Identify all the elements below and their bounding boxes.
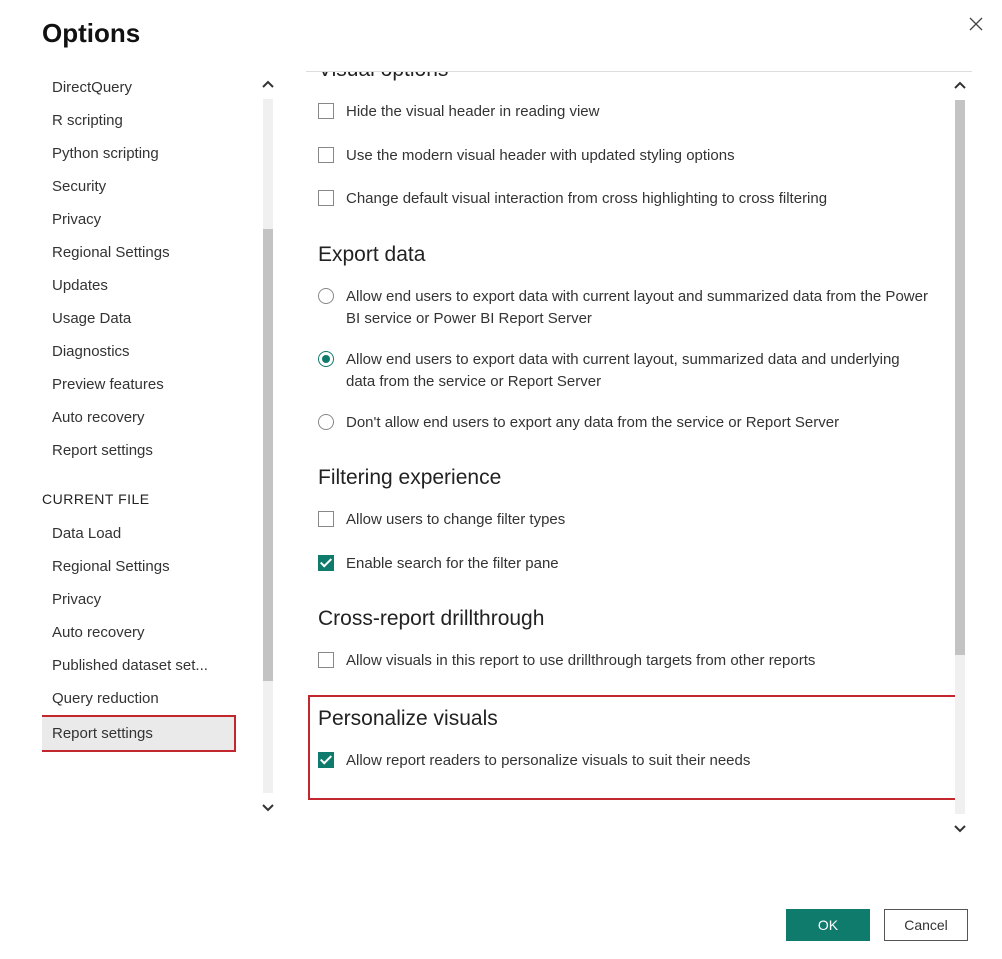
sidebar-scrollbar[interactable] [256,71,280,821]
sidebar-item[interactable]: Privacy [42,203,242,236]
checkbox-row[interactable]: Hide the visual header in reading view [318,92,942,136]
option-label: Change default visual interaction from c… [346,188,942,211]
checkbox-icon[interactable] [318,190,334,206]
option-label: Don't allow end users to export any data… [346,412,942,435]
cancel-button[interactable]: Cancel [884,909,968,941]
sidebar-item[interactable]: Privacy [42,583,242,616]
radio-row[interactable]: Allow end users to export data with curr… [318,340,942,403]
sidebar-item[interactable]: Report settings [42,715,236,752]
sidebar-item[interactable]: Data Load [42,517,242,550]
section-heading: Visual options [318,72,942,82]
sidebar-item[interactable]: R scripting [42,104,242,137]
option-label: Allow report readers to personalize visu… [346,750,950,773]
option-label: Allow visuals in this report to use dril… [346,650,942,673]
scroll-track[interactable] [955,100,965,814]
checkbox-row[interactable]: Change default visual interaction from c… [318,179,942,223]
radio-row[interactable]: Allow end users to export data with curr… [318,277,942,340]
dialog-title: Options [42,18,972,49]
close-icon[interactable] [964,12,988,41]
sidebar-item[interactable]: Auto recovery [42,616,242,649]
sidebar-item[interactable]: Preview features [42,368,242,401]
option-label: Use the modern visual header with update… [346,145,942,168]
checkbox-row[interactable]: Allow visuals in this report to use dril… [318,641,942,685]
chevron-up-icon[interactable] [948,72,972,100]
checkbox-icon[interactable] [318,103,334,119]
checkbox-icon[interactable] [318,652,334,668]
radio-icon[interactable] [318,351,334,367]
ok-button[interactable]: OK [786,909,870,941]
sidebar-item[interactable]: Query reduction [42,682,242,715]
sidebar-item[interactable]: Auto recovery [42,401,242,434]
checkbox-icon[interactable] [318,511,334,527]
scroll-track[interactable] [263,99,273,793]
option-label: Allow users to change filter types [346,509,942,532]
option-label: Hide the visual header in reading view [346,101,942,124]
personalize-visuals-highlight: Personalize visuals Allow report readers … [308,695,960,801]
sidebar-item[interactable]: Regional Settings [42,236,242,269]
checkbox-row[interactable]: Allow report readers to personalize visu… [318,741,950,785]
checkbox-row[interactable]: Use the modern visual header with update… [318,136,942,180]
checkbox-icon[interactable] [318,555,334,571]
checkbox-icon[interactable] [318,752,334,768]
option-label: Enable search for the filter pane [346,553,942,576]
option-label: Allow end users to export data with curr… [346,349,942,394]
main-scrollbar[interactable] [948,72,972,842]
dialog-footer: OK Cancel [786,909,968,941]
settings-pane: Visual options Hide the visual header in … [306,71,972,939]
radio-icon[interactable] [318,414,334,430]
options-dialog: Options DirectQueryR scriptingPython scr… [0,0,1002,959]
sidebar-section-header: CURRENT FILE [42,467,280,517]
sidebar-item[interactable]: Python scripting [42,137,242,170]
checkbox-row[interactable]: Allow users to change filter types [318,500,942,544]
scroll-thumb[interactable] [955,100,965,655]
sidebar-item[interactable]: Published dataset set... [42,649,242,682]
sidebar-item[interactable]: Updates [42,269,242,302]
chevron-up-icon[interactable] [256,71,280,99]
chevron-down-icon[interactable] [948,814,972,842]
checkbox-icon[interactable] [318,147,334,163]
sidebar-item[interactable]: Report settings [42,434,242,467]
sidebar: DirectQueryR scriptingPython scriptingSe… [42,71,280,939]
section-heading: Export data [318,243,942,267]
sidebar-item[interactable]: Regional Settings [42,550,242,583]
sidebar-item[interactable]: Usage Data [42,302,242,335]
section-heading: Filtering experience [318,466,942,490]
radio-icon[interactable] [318,288,334,304]
option-label: Allow end users to export data with curr… [346,286,942,331]
radio-row[interactable]: Don't allow end users to export any data… [318,403,942,447]
scroll-thumb[interactable] [263,229,273,681]
section-heading: Personalize visuals [318,707,950,731]
checkbox-row[interactable]: Enable search for the filter pane [318,544,942,588]
sidebar-item[interactable]: DirectQuery [42,71,242,104]
sidebar-item[interactable]: Diagnostics [42,335,242,368]
section-heading: Cross-report drillthrough [318,607,942,631]
chevron-down-icon[interactable] [256,793,280,821]
sidebar-item[interactable]: Security [42,170,242,203]
